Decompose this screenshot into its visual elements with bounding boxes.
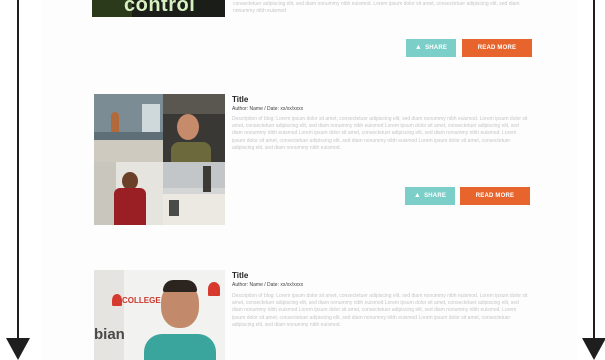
room-background [163, 94, 225, 114]
post-3-description: Description of blog: Lorem ipsum dolor s… [232, 293, 528, 328]
post-3-meta: Author: Name / Date: xx/xx/xxxx [232, 282, 304, 288]
room-wall [163, 162, 225, 188]
share-icon: ▲ [413, 192, 422, 199]
post-1-share-button[interactable]: ▲ SHARE [406, 39, 456, 57]
classroom-desks [94, 140, 163, 162]
hair [163, 280, 197, 292]
post-3-thumbnail[interactable]: COLLEGE TO bian [94, 270, 225, 360]
red-shirt [114, 188, 146, 225]
standing-figure [203, 166, 211, 192]
shirt [171, 142, 211, 162]
thumbnail-control-text: control [124, 0, 196, 16]
right-scroll-arrow-line [593, 0, 595, 340]
flame-logo-2 [208, 282, 220, 296]
share-label: SHARE [425, 45, 448, 51]
share-icon: ▲ [414, 44, 423, 51]
banner-text-2: bian [94, 326, 125, 343]
blog-listing-page: control consectetuer adipiscing elit, se… [0, 0, 605, 360]
seated-figure [169, 200, 179, 216]
share-label: SHARE [424, 193, 447, 199]
post-1-read-more-button[interactable]: READ MORE [462, 39, 532, 57]
face [177, 114, 199, 140]
classroom-window [142, 104, 160, 132]
person-figure [111, 112, 119, 132]
post-1-thumbnail[interactable]: control [92, 0, 225, 17]
left-scroll-arrow-line [17, 0, 19, 340]
post-2-read-more-button[interactable]: READ MORE [460, 187, 530, 205]
post-2-description: Description of blog: Lorem ipsum dolor s… [232, 116, 528, 151]
left-arrow-down-icon [6, 338, 30, 360]
photo-classroom [94, 94, 163, 162]
post-2-thumbnail[interactable] [94, 94, 225, 225]
photo-classroom-2 [163, 162, 225, 225]
right-arrow-down-icon [582, 338, 605, 360]
banner-left [94, 270, 124, 360]
flame-logo [112, 294, 122, 306]
post-1-description: consectetuer adipiscing elit, sed diam n… [233, 1, 520, 15]
post-3-title[interactable]: Title [232, 271, 248, 280]
post-2-share-button[interactable]: ▲ SHARE [405, 187, 455, 205]
post-2-title[interactable]: Title [232, 95, 248, 104]
photo-presenter [94, 162, 163, 225]
photo-headset [163, 94, 225, 162]
teal-shirt [144, 334, 216, 360]
wall-panel [94, 162, 116, 225]
post-2-meta: Author: Name / Date: xx/xx/xxxx [232, 106, 304, 112]
